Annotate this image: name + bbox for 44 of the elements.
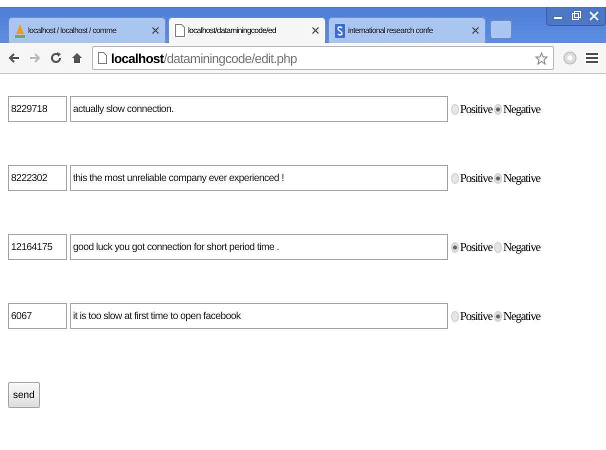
restore-icon[interactable]	[569, 10, 583, 22]
reload-icon[interactable]	[50, 52, 62, 64]
url-text: localhost/dataminingcode/edit.php	[111, 50, 298, 66]
radio-button[interactable]	[451, 104, 459, 114]
radio-button[interactable]	[494, 242, 502, 252]
comment-field[interactable]: actually slow connection.	[70, 96, 448, 122]
back-icon[interactable]	[8, 52, 20, 64]
send-button[interactable]: send	[8, 382, 40, 408]
radio-label: Negative	[503, 170, 540, 186]
radio-label: Negative	[503, 240, 540, 254]
radio-label: Positive	[460, 308, 492, 324]
radio-button[interactable]	[494, 310, 502, 322]
sail-icon	[15, 24, 25, 38]
radio-label: Negative	[503, 308, 540, 324]
page-icon	[98, 52, 107, 64]
comment-field[interactable]: good luck you got connection for short period time .	[70, 234, 448, 260]
browser-tab[interactable]: localhost/dataminingcode/ed	[168, 17, 326, 43]
site-icon	[335, 24, 345, 38]
close-icon[interactable]	[472, 27, 479, 34]
radio-label: Negative	[503, 102, 540, 116]
radio-label: Positive	[460, 102, 492, 116]
close-icon[interactable]	[587, 10, 601, 22]
radio-label: Positive	[460, 170, 492, 186]
id-field[interactable]: 12164175	[8, 234, 67, 260]
star-icon[interactable]	[535, 52, 548, 64]
close-icon[interactable]	[312, 27, 319, 34]
id-field[interactable]: 6067	[8, 303, 67, 329]
comment-field[interactable]: it is too slow at first time to open facebook	[70, 303, 448, 329]
browser-tab[interactable]: international research confe	[328, 17, 486, 43]
radio-button[interactable]	[494, 104, 502, 114]
radio-button[interactable]	[451, 242, 459, 252]
page-icon	[175, 24, 185, 37]
address-bar[interactable]: localhost/dataminingcode/edit.php	[92, 46, 554, 70]
radio-button[interactable]	[451, 310, 459, 322]
id-field[interactable]: 8222302	[8, 165, 67, 191]
comment-field[interactable]: this the most unreliable company ever experienced !	[70, 165, 448, 191]
id-field[interactable]: 8229718	[8, 96, 67, 122]
radio-button[interactable]	[451, 172, 459, 184]
radio-label: Positive	[460, 240, 492, 254]
radio-button[interactable]	[494, 172, 502, 184]
home-icon[interactable]	[71, 52, 83, 64]
close-icon[interactable]	[152, 27, 159, 34]
menu-icon[interactable]	[586, 52, 598, 64]
browser-tab[interactable]: localhost / localhost / comme	[8, 17, 166, 43]
